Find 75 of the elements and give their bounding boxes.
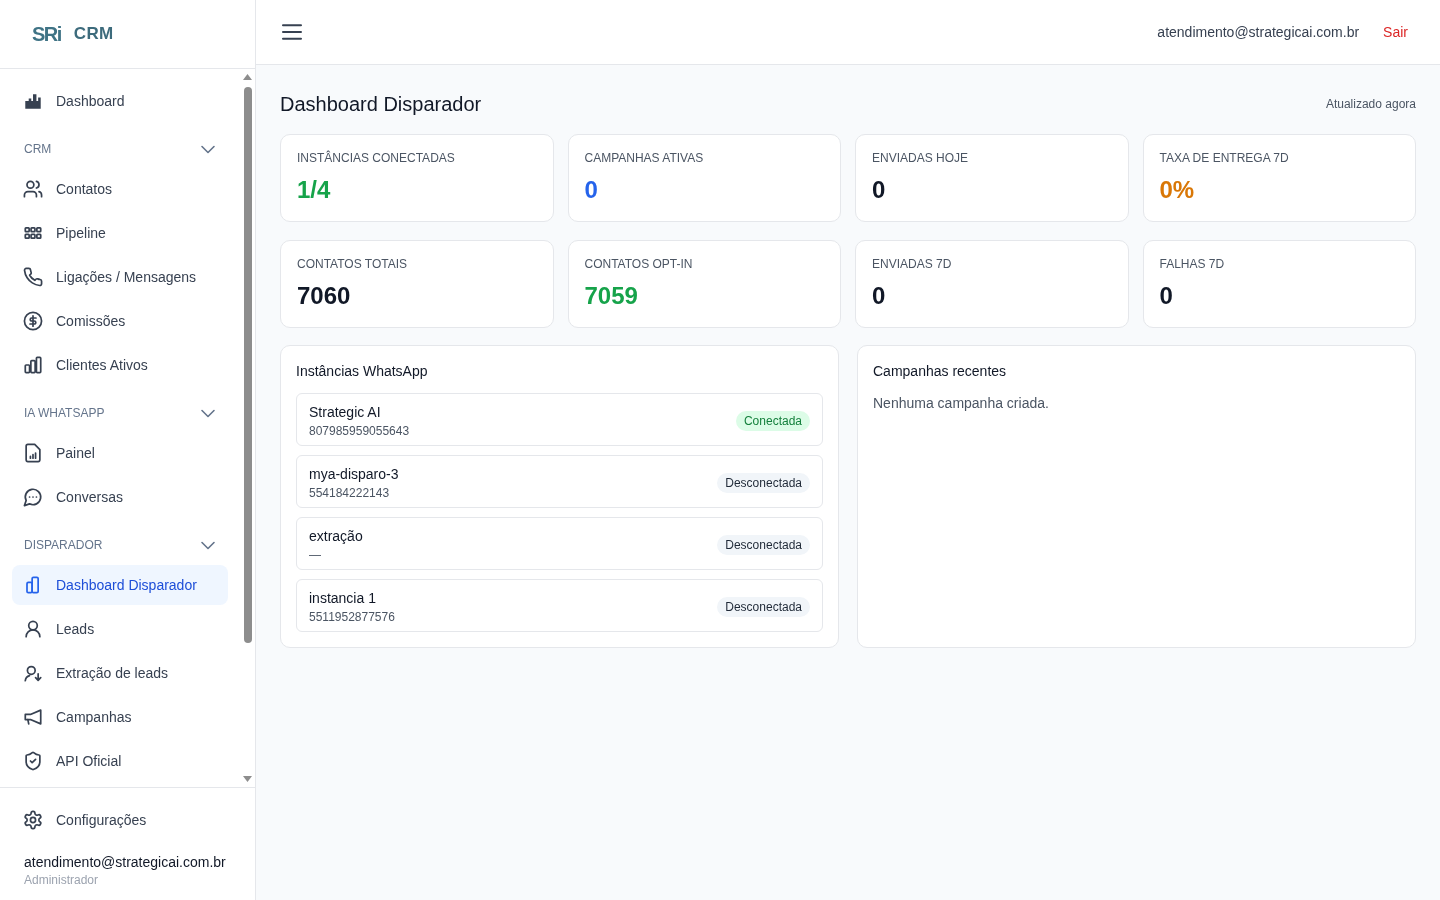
instance-number: — [309,547,322,563]
sidebar-item[interactable]: Extração de leads [12,653,228,693]
stat-value: 7060 [297,281,352,311]
shield-check-icon [24,752,42,770]
stat-value: 1/4 [297,175,332,205]
sidebar-item[interactable]: Dashboard [12,81,228,121]
sidebar-item[interactable]: API Oficial [12,741,228,781]
sidebar-item[interactable]: Conversas [12,477,228,517]
instance-number: 554184222143 [309,485,391,501]
logo-text: CRM [73,23,114,45]
stat-value: 0 [872,281,887,311]
logo-mark: SRi [32,22,61,46]
stat-label: FALHAS 7D [1159,256,1226,272]
menu-icon [283,25,301,39]
sidebar-item[interactable]: Contatos [12,169,228,209]
instance-number: 5511952877576 [309,609,395,625]
section-header[interactable]: CRM [12,125,228,165]
users-icon [24,180,42,198]
stat-value: 0 [584,175,599,205]
megaphone-icon [24,708,42,726]
instance-name: extração [309,527,363,546]
bar-chart-icon [24,356,42,374]
phone-icon [24,268,42,286]
status-badge: Desconectada [717,534,810,555]
status-badge: Conectada [735,410,810,431]
updated-text: Atualizado agora [1325,96,1416,112]
status-badge: Desconectada [717,472,810,493]
stat-label: ENVIADAS HOJE [872,150,970,166]
stat-label: ENVIADAS 7D [872,256,953,272]
page-title: Dashboard Disparador [280,92,482,117]
sidebar-item[interactable]: Clientes Ativos [12,345,228,385]
person-icon [24,620,42,638]
sidebar-item[interactable]: Leads [12,609,228,649]
user-email: atendimento@strategicai.com.br [24,853,227,872]
scroll-down-arrow-icon[interactable] [243,776,252,782]
user-arrow-icon [24,664,42,682]
logout-link[interactable]: Sair [1383,24,1408,40]
columns-icon [24,576,42,594]
panel-title: Campanhas recentes [873,362,1008,381]
user-role: Administrador [24,872,100,888]
instance-name: instancia 1 [309,589,377,608]
grid-icon [24,224,42,242]
instance-number: 807985959055643 [309,423,410,439]
settings-icon [24,811,42,829]
sidebar-item[interactable]: Comissões [12,301,228,341]
stat-value: 0 [872,175,887,205]
stat-value: 0 [1159,281,1174,311]
sidebar-item[interactable]: Painel [12,433,228,473]
menu-button[interactable] [283,25,301,39]
document-chart-icon [24,444,42,462]
instance-name: Strategic AI [309,403,382,422]
scroll-up-arrow-icon[interactable] [243,74,252,80]
stat-label: CAMPANHAS ATIVAS [584,150,705,166]
stat-label: INSTÂNCIAS CONECTADAS [297,150,456,166]
stat-label: CONTATOS OPT-IN [584,256,694,272]
sidebar-item[interactable]: Pipeline [12,213,228,253]
section-header[interactable]: IA WHATSAPP [12,389,228,429]
panel-title: Instâncias WhatsApp [296,362,429,381]
section-header[interactable]: DISPARADOR [12,521,228,561]
sidebar-item[interactable]: Ligações / Mensagens [12,257,228,297]
stat-value: 7059 [584,281,639,311]
user-email: atendimento@strategicai.com.br [1157,24,1360,40]
sidebar-item[interactable]: Campanhas [12,697,228,737]
instance-name: mya-disparo-3 [309,465,399,484]
status-badge: Desconectada [717,596,810,617]
stat-value: 0% [1159,175,1196,205]
stat-label: TAXA DE ENTREGA 7D [1159,150,1290,166]
bar-chart-icon [24,92,42,110]
empty-state-text: Nenhuma campanha criada. [873,394,1050,413]
dollar-circle-icon [24,312,42,330]
stat-label: CONTATOS TOTAIS [297,256,408,272]
sidebar-item[interactable]: Configurações [12,800,243,840]
chat-bubble-icon [24,488,42,506]
sidebar-item[interactable]: Dashboard Disparador [12,565,228,605]
scrollbar-thumb[interactable] [243,87,252,643]
